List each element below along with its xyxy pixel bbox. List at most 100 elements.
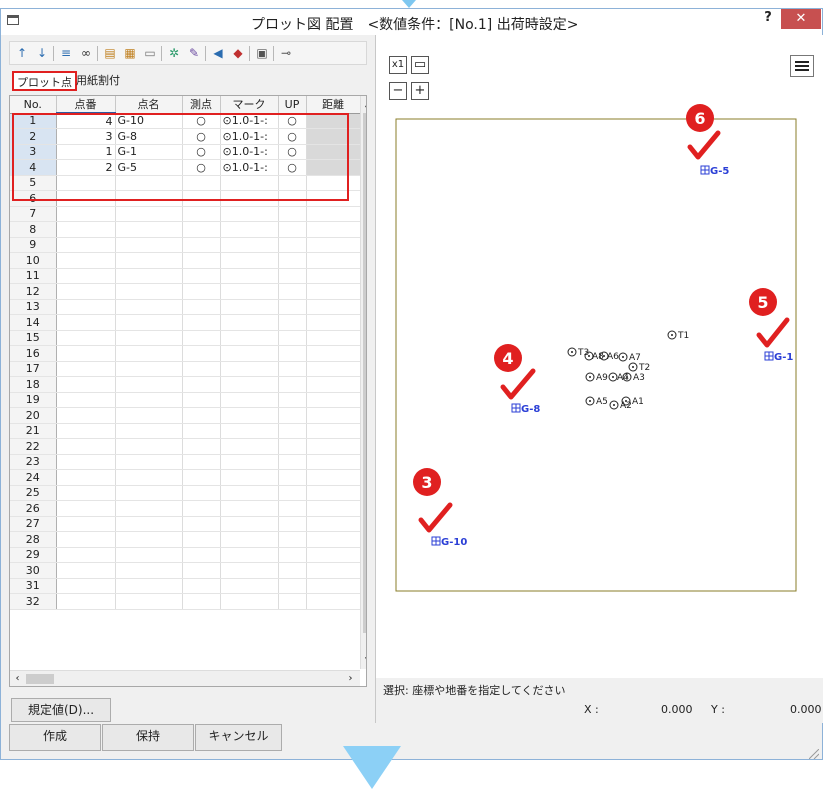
table-cell[interactable] bbox=[220, 485, 279, 501]
table-cell[interactable] bbox=[115, 531, 183, 548]
horizontal-scrollbar[interactable]: ‹ › bbox=[10, 670, 360, 686]
table-cell[interactable] bbox=[56, 578, 116, 594]
table-cell[interactable] bbox=[306, 423, 361, 439]
table-row[interactable]: 4 2 G-5 ○ ⊙1.0-1-: ○ bbox=[10, 159, 361, 176]
table-cell[interactable] bbox=[56, 516, 116, 532]
table-cell[interactable] bbox=[115, 438, 183, 455]
table-cell[interactable] bbox=[306, 593, 361, 610]
vertical-scrollbar[interactable]: ▲ ▼ bbox=[360, 96, 366, 669]
column-header-no[interactable]: No. bbox=[10, 96, 57, 114]
table-cell[interactable] bbox=[306, 345, 361, 362]
hamburger-menu-button[interactable] bbox=[790, 55, 814, 77]
table-cell[interactable] bbox=[182, 376, 221, 393]
table-cell[interactable] bbox=[278, 190, 307, 207]
table-cell[interactable] bbox=[115, 175, 183, 191]
cell-survey-point[interactable]: ○ bbox=[182, 144, 221, 160]
table-row[interactable]: 32 bbox=[10, 593, 361, 610]
cell-up[interactable]: ○ bbox=[278, 144, 307, 160]
table-cell[interactable] bbox=[182, 361, 221, 377]
table-cell[interactable] bbox=[56, 237, 116, 253]
zoom-window-button[interactable]: ▭ bbox=[411, 56, 429, 74]
table-cell[interactable] bbox=[220, 175, 279, 191]
table-cell[interactable] bbox=[220, 531, 279, 548]
table-cell[interactable] bbox=[306, 547, 361, 563]
table-cell[interactable] bbox=[220, 268, 279, 284]
table-cell[interactable] bbox=[182, 252, 221, 269]
table-cell[interactable] bbox=[306, 268, 361, 284]
zoom-out-button[interactable]: − bbox=[389, 82, 407, 100]
table-row[interactable]: 18 bbox=[10, 376, 361, 393]
table-row[interactable]: 2 3 G-8 ○ ⊙1.0-1-: ○ bbox=[10, 128, 361, 145]
table-cell[interactable] bbox=[220, 206, 279, 222]
cell-point-name[interactable]: G-5 bbox=[115, 159, 183, 176]
tab-plot-points[interactable]: プロット点 bbox=[12, 71, 77, 91]
table-cell[interactable] bbox=[278, 314, 307, 331]
cell-point-number[interactable]: 3 bbox=[56, 128, 116, 145]
table-cell[interactable] bbox=[306, 469, 361, 486]
cell-distance[interactable] bbox=[306, 159, 361, 176]
table-row[interactable]: 19 bbox=[10, 392, 361, 408]
table-cell[interactable] bbox=[306, 361, 361, 377]
table-cell[interactable] bbox=[278, 299, 307, 315]
help-button[interactable]: ? bbox=[758, 9, 778, 29]
table-cell[interactable] bbox=[56, 392, 116, 408]
cell-point-number[interactable]: 4 bbox=[56, 113, 116, 129]
table-row[interactable]: 10 bbox=[10, 252, 361, 269]
table-cell[interactable] bbox=[115, 314, 183, 331]
table-row[interactable]: 17 bbox=[10, 361, 361, 377]
table-cell[interactable] bbox=[56, 531, 116, 548]
table-cell[interactable] bbox=[220, 469, 279, 486]
table-cell[interactable] bbox=[220, 237, 279, 253]
table-cell[interactable] bbox=[56, 345, 116, 362]
table-cell[interactable] bbox=[115, 500, 183, 517]
table-cell[interactable] bbox=[220, 190, 279, 207]
table-cell[interactable] bbox=[306, 175, 361, 191]
table-cell[interactable] bbox=[56, 562, 116, 579]
scroll-down-arrow-icon[interactable]: ▼ bbox=[361, 653, 366, 669]
table-cell[interactable] bbox=[220, 221, 279, 238]
cell-point-number[interactable]: 1 bbox=[56, 144, 116, 160]
table-row[interactable]: 25 bbox=[10, 485, 361, 501]
zoom-in-button[interactable]: + bbox=[411, 82, 429, 100]
cell-up[interactable]: ○ bbox=[278, 128, 307, 145]
table-cell[interactable] bbox=[182, 221, 221, 238]
table-cell[interactable] bbox=[56, 593, 116, 610]
table-row[interactable]: 3 1 G-1 ○ ⊙1.0-1-: ○ bbox=[10, 144, 361, 160]
close-button[interactable]: ✕ bbox=[781, 9, 821, 29]
column-header-distance[interactable]: 距離 bbox=[306, 96, 361, 114]
table-cell[interactable] bbox=[220, 330, 279, 346]
table-row[interactable]: 5 bbox=[10, 175, 361, 191]
table-cell[interactable] bbox=[306, 500, 361, 517]
table-cell[interactable] bbox=[56, 283, 116, 300]
table-cell[interactable] bbox=[220, 283, 279, 300]
table-cell[interactable] bbox=[115, 345, 183, 362]
table-cell[interactable] bbox=[278, 283, 307, 300]
table-cell[interactable] bbox=[115, 469, 183, 486]
table-cell[interactable] bbox=[182, 593, 221, 610]
table-cell[interactable] bbox=[306, 531, 361, 548]
table-row[interactable]: 8 bbox=[10, 221, 361, 238]
table-row[interactable]: 1 4 G-10 ○ ⊙1.0-1-: ○ bbox=[10, 113, 361, 129]
table-cell[interactable] bbox=[115, 268, 183, 284]
table-cell[interactable] bbox=[182, 531, 221, 548]
table-row[interactable]: 24 bbox=[10, 469, 361, 486]
cancel-button[interactable]: キャンセル bbox=[195, 724, 282, 751]
table-cell[interactable] bbox=[306, 578, 361, 594]
table-row[interactable]: 27 bbox=[10, 516, 361, 532]
list-icon[interactable]: ≡ bbox=[58, 45, 74, 61]
table-cell[interactable] bbox=[306, 314, 361, 331]
table-cell[interactable] bbox=[115, 361, 183, 377]
table-cell[interactable] bbox=[115, 252, 183, 269]
table-row[interactable]: 14 bbox=[10, 314, 361, 331]
table-row[interactable]: 11 bbox=[10, 268, 361, 284]
pin-icon[interactable]: ⊸ bbox=[278, 45, 294, 61]
table-cell[interactable] bbox=[182, 345, 221, 362]
table-cell[interactable] bbox=[182, 299, 221, 315]
tab-paper-layout[interactable]: 用紙割付 bbox=[73, 71, 123, 91]
table-cell[interactable] bbox=[278, 562, 307, 579]
table-cell[interactable] bbox=[278, 407, 307, 424]
table-cell[interactable] bbox=[115, 376, 183, 393]
zoom-1x-button[interactable]: x1 bbox=[389, 56, 407, 74]
table-cell[interactable] bbox=[56, 423, 116, 439]
table-cell[interactable] bbox=[306, 392, 361, 408]
